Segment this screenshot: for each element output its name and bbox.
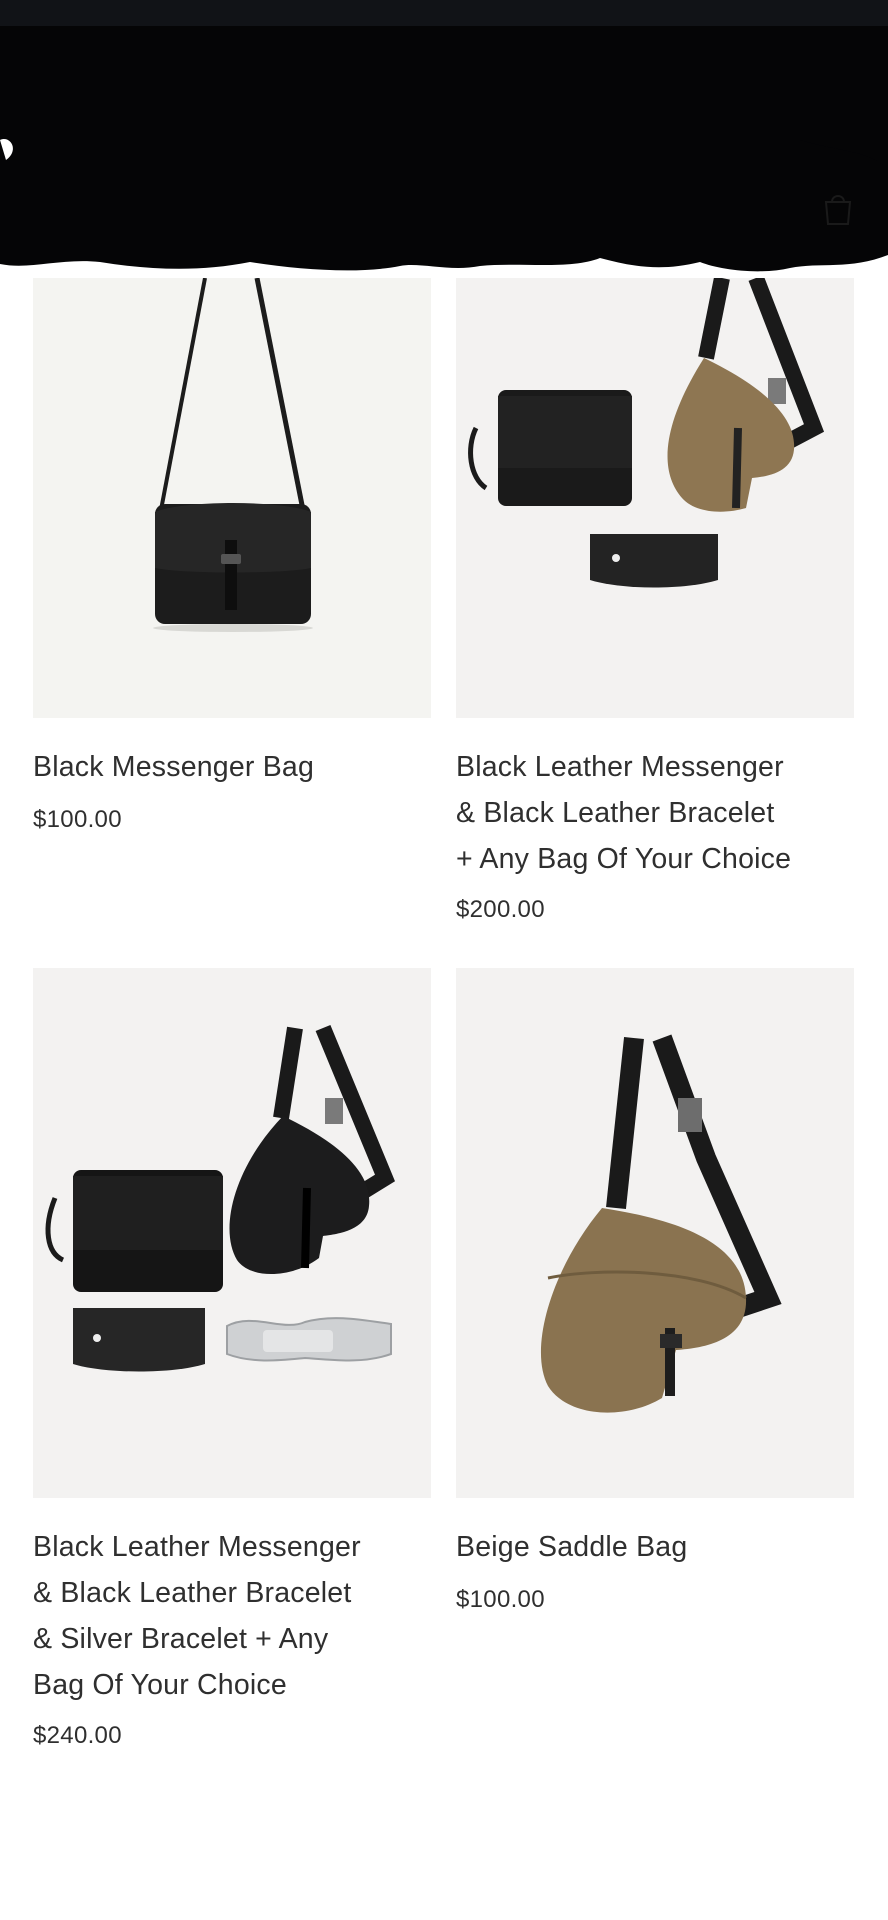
- product-name[interactable]: Black Leather Messenger & Black Leather …: [33, 1524, 431, 1708]
- header-redaction: [0, 0, 888, 300]
- product-card[interactable]: Black Leather Messenger & Black Leather …: [456, 278, 854, 928]
- product-card[interactable]: Black Messenger Bag $100.00: [33, 278, 431, 838]
- name-line: & Silver Bracelet + Any: [33, 1623, 329, 1655]
- product-price: $200.00: [456, 896, 545, 923]
- product-image[interactable]: [33, 278, 431, 718]
- product-name[interactable]: Black Messenger Bag: [33, 744, 431, 790]
- name-line: Black Leather Messenger: [33, 1531, 361, 1563]
- name-line: + Any Bag Of Your Choice: [456, 843, 792, 875]
- product-card[interactable]: Beige Saddle Bag $100.00: [456, 968, 854, 1618]
- shopping-bag-icon[interactable]: [818, 188, 858, 228]
- name-line: Black Leather Messenger: [456, 751, 784, 783]
- product-card[interactable]: Black Leather Messenger & Black Leather …: [33, 968, 431, 1749]
- product-name[interactable]: Black Leather Messenger & Black Leather …: [456, 744, 854, 882]
- name-line: & Black Leather Bracelet: [456, 797, 775, 829]
- name-line: & Black Leather Bracelet: [33, 1577, 352, 1609]
- product-image[interactable]: [33, 968, 431, 1498]
- product-name[interactable]: Beige Saddle Bag: [456, 1524, 854, 1570]
- product-image[interactable]: [456, 968, 854, 1498]
- product-image[interactable]: [456, 278, 854, 718]
- product-price: $100.00: [33, 806, 122, 833]
- product-price: $240.00: [33, 1722, 122, 1749]
- name-line: Bag Of Your Choice: [33, 1669, 287, 1701]
- product-price: $100.00: [456, 1586, 545, 1613]
